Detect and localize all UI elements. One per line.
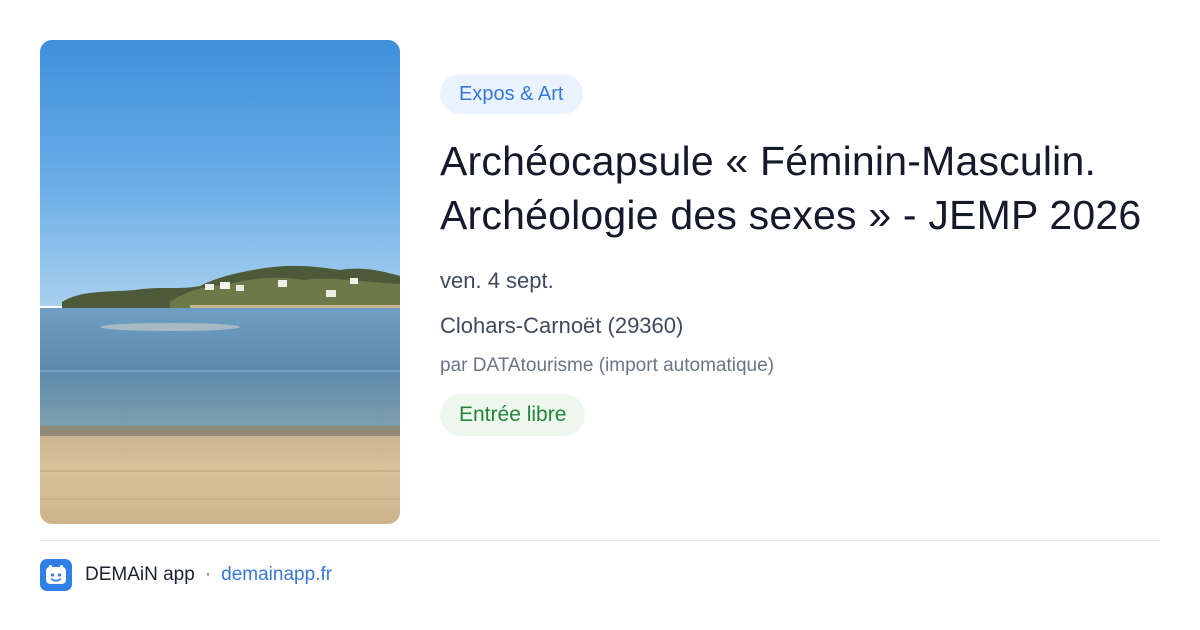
footer-divider — [40, 540, 1160, 541]
footer: DEMAiN app · demainapp.fr — [40, 558, 332, 592]
event-source: par DATAtourisme (import automatique) — [440, 355, 775, 376]
footer-separator: · — [204, 564, 212, 585]
event-details: Expos & Art Archéocapsule « Féminin-Masc… — [440, 74, 1170, 436]
event-photo — [40, 40, 400, 524]
app-domain-link[interactable]: demainapp.fr — [221, 564, 332, 586]
event-date: ven. 4 sept. — [440, 268, 554, 293]
event-preview-card[interactable]: Expos & Art Archéocapsule « Féminin-Masc… — [0, 0, 1200, 630]
demain-app-logo-icon — [40, 559, 72, 591]
category-chip[interactable]: Expos & Art — [440, 74, 583, 114]
app-name: DEMAiN app — [85, 564, 195, 585]
price-chip: Entrée libre — [440, 394, 586, 436]
event-title: Archéocapsule « Féminin-Masculin. Archéo… — [440, 138, 1142, 238]
event-location: Clohars-Carnoët (29360) — [440, 313, 684, 338]
